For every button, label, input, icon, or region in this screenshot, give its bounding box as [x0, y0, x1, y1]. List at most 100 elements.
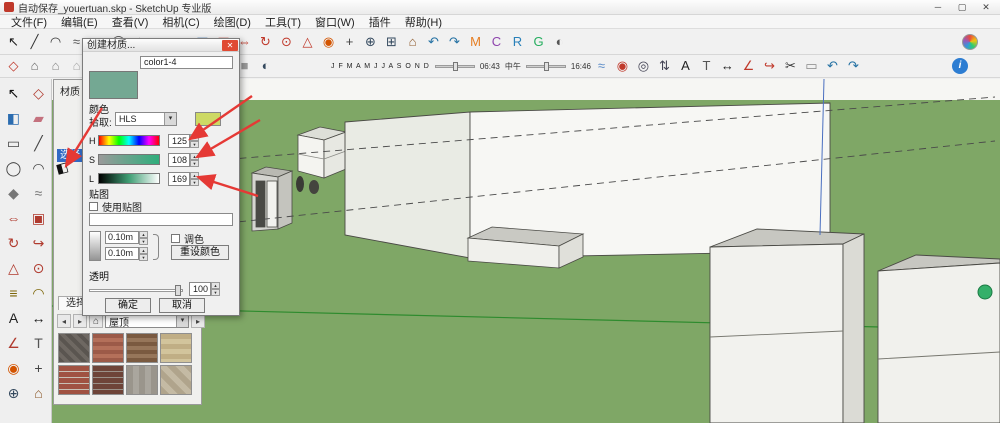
- lt-eraser-icon[interactable]: ▰: [26, 106, 51, 131]
- texture-height-field[interactable]: 0.10m: [105, 247, 148, 260]
- close-button[interactable]: ✕: [976, 0, 996, 14]
- date-slider[interactable]: [435, 65, 475, 68]
- lt-line-icon[interactable]: ╱: [26, 131, 51, 156]
- menu-item[interactable]: 窗口(W): [308, 14, 362, 30]
- text-tool-icon[interactable]: A: [675, 56, 696, 76]
- spin-down-icon[interactable]: [190, 179, 199, 186]
- walk-icon[interactable]: ⇅: [654, 56, 675, 76]
- lt-polygon-icon[interactable]: ◆: [1, 181, 26, 206]
- zoom-extents-icon[interactable]: ⌂: [402, 32, 423, 52]
- menu-item[interactable]: 帮助(H): [398, 14, 449, 30]
- styles-icon[interactable]: ◐: [549, 32, 570, 52]
- menu-item[interactable]: 插件: [362, 14, 398, 30]
- lt-push-pull-icon[interactable]: ▣: [26, 206, 51, 231]
- line-tool-icon[interactable]: ╱: [24, 32, 45, 52]
- back-arrow-icon[interactable]: [57, 314, 71, 328]
- info-icon[interactable]: i: [952, 58, 968, 74]
- colorize-checkbox[interactable]: [171, 234, 180, 243]
- rotate-tool-icon[interactable]: ↻: [255, 32, 276, 52]
- pan-tool-icon[interactable]: +: [339, 32, 360, 52]
- spin-down-icon[interactable]: [211, 289, 220, 296]
- opacity-spinner[interactable]: 100: [189, 282, 220, 296]
- ok-button[interactable]: 确定: [105, 298, 151, 313]
- thumb-spanish-tile[interactable]: [92, 333, 124, 363]
- spin-up-icon[interactable]: [211, 282, 220, 289]
- spinner-value[interactable]: 125: [168, 134, 190, 148]
- right-box-b[interactable]: [878, 255, 1000, 423]
- thumb-red-brick[interactable]: [58, 365, 90, 395]
- next-view-icon[interactable]: ↷: [444, 32, 465, 52]
- orbit-tool-icon[interactable]: ◉: [318, 32, 339, 52]
- figure-2[interactable]: [309, 180, 319, 194]
- lt-arc-icon[interactable]: ◠: [26, 156, 51, 181]
- value-spinner[interactable]: 169: [168, 172, 199, 186]
- spin-up-icon[interactable]: [139, 247, 148, 254]
- lt-select-icon[interactable]: ↖: [1, 81, 26, 106]
- reset-color-button[interactable]: 重设颜色: [171, 245, 229, 260]
- link-dimensions-icon[interactable]: [153, 234, 159, 260]
- spinner-value[interactable]: 169: [168, 172, 190, 186]
- spin-up-icon[interactable]: [139, 231, 148, 238]
- redo-icon[interactable]: ↷: [843, 56, 864, 76]
- spinner-value[interactable]: 108: [168, 153, 190, 167]
- use-texture-checkbox[interactable]: [89, 202, 98, 211]
- shed-building[interactable]: [252, 167, 292, 231]
- detail-arrow-icon[interactable]: [191, 314, 205, 328]
- time-slider[interactable]: [526, 65, 566, 68]
- gradient-slider[interactable]: [98, 173, 160, 184]
- forward-arrow-icon[interactable]: [73, 314, 87, 328]
- time-slider-thumb[interactable]: [544, 62, 549, 71]
- shed-view-icon[interactable]: ⌂: [24, 56, 45, 76]
- shadow-date-slider[interactable]: J F M A M J J A S O N D: [331, 63, 430, 70]
- thumb-tan-shingles[interactable]: [160, 333, 192, 363]
- value-spinner[interactable]: 108: [168, 153, 199, 167]
- lt-axes-icon[interactable]: ∠: [1, 331, 26, 356]
- opacity-slider[interactable]: [89, 285, 183, 296]
- lt-text-icon[interactable]: A: [1, 306, 26, 331]
- menu-item[interactable]: 工具(T): [258, 14, 308, 30]
- lt-rotate-icon[interactable]: ↻: [1, 231, 26, 256]
- opacity-value[interactable]: 100: [189, 282, 211, 296]
- menu-item[interactable]: 绘图(D): [207, 14, 258, 30]
- texture-width-value[interactable]: 0.10m: [105, 231, 139, 244]
- thumb-beige-stone[interactable]: [160, 365, 192, 395]
- right-box-a[interactable]: [710, 229, 864, 423]
- follow-me-icon[interactable]: ↪: [759, 56, 780, 76]
- plugin-g-icon[interactable]: G: [528, 32, 549, 52]
- scissors-icon[interactable]: ✂: [780, 56, 801, 76]
- spin-up-icon[interactable]: [190, 134, 199, 141]
- lt-paint-bucket-icon[interactable]: ◧: [1, 106, 26, 131]
- dialog-close-icon[interactable]: ✕: [222, 40, 238, 51]
- lt-follow-me-icon[interactable]: ↪: [26, 231, 51, 256]
- menu-item[interactable]: 相机(C): [155, 14, 206, 30]
- cancel-button[interactable]: 取消: [159, 298, 205, 313]
- date-slider-thumb[interactable]: [453, 62, 458, 71]
- texture-path-input[interactable]: [89, 213, 233, 226]
- lt-pan-icon[interactable]: +: [26, 356, 51, 381]
- menu-item[interactable]: 编辑(E): [54, 14, 105, 30]
- minimize-button[interactable]: ─: [928, 0, 948, 14]
- position-camera-icon[interactable]: ◉: [612, 56, 633, 76]
- lt-zoom-icon[interactable]: ⊕: [1, 381, 26, 406]
- thumb-brown-tile[interactable]: [126, 333, 158, 363]
- 3d-text-icon[interactable]: T: [696, 56, 717, 76]
- figure-1[interactable]: [296, 176, 304, 192]
- front-low-box[interactable]: [468, 227, 583, 268]
- maximize-button[interactable]: ▢: [952, 0, 972, 14]
- lt-rectangle-icon[interactable]: ▭: [1, 131, 26, 156]
- spin-up-icon[interactable]: [190, 153, 199, 160]
- plugin-c-icon[interactable]: C: [486, 32, 507, 52]
- lt-zoom-extents-icon[interactable]: ⌂: [26, 381, 51, 406]
- thumb-dark-brick[interactable]: [92, 365, 124, 395]
- value-spinner[interactable]: 125: [168, 134, 199, 148]
- make-component-icon[interactable]: ◇: [3, 56, 24, 76]
- lt-tape-measure-icon[interactable]: ≡: [1, 281, 26, 306]
- arc-tool-icon[interactable]: ◠: [45, 32, 66, 52]
- lt-offset-icon[interactable]: ⊙: [26, 256, 51, 281]
- menu-item[interactable]: 文件(F): [4, 14, 54, 30]
- lt-protractor-icon[interactable]: ◠: [26, 281, 51, 306]
- spin-down-icon[interactable]: [139, 254, 148, 261]
- menu-item[interactable]: 查看(V): [105, 14, 156, 30]
- zoom-tool-icon[interactable]: ⊕: [360, 32, 381, 52]
- lt-orbit-icon[interactable]: ◉: [1, 356, 26, 381]
